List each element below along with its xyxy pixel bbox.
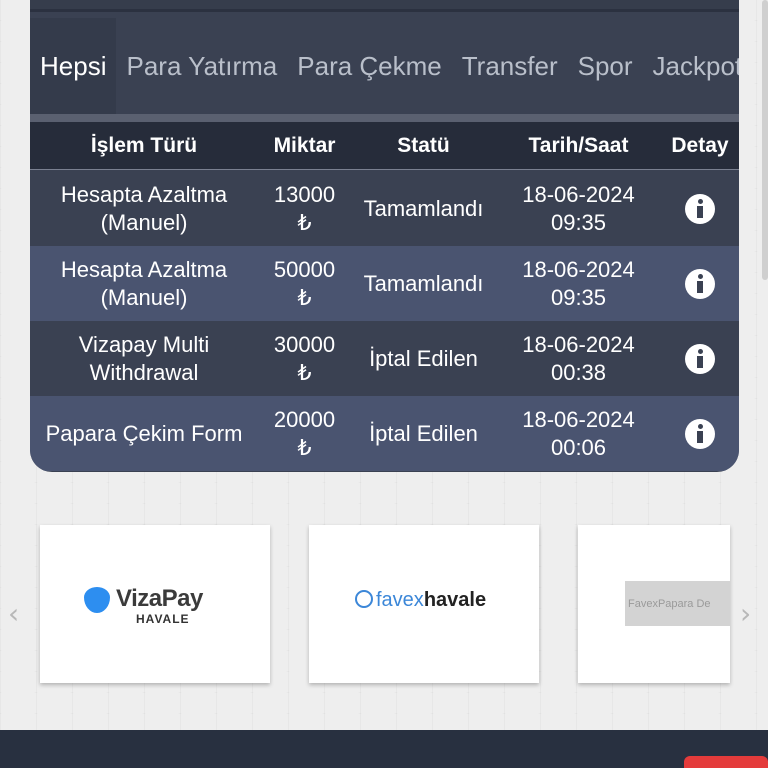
amount-value: 13000: [273, 181, 336, 207]
transaction-history-panel: Hepsi Para Yatırma Para Çekme Transfer S…: [30, 0, 739, 472]
tab-transfer[interactable]: Transfer: [452, 18, 568, 114]
datetime: 18-06-2024 00:38: [496, 331, 661, 387]
panel-top-bar: [30, 0, 739, 12]
header-status: Statü: [397, 133, 450, 157]
provider-card-vizapay[interactable]: VizaPay HAVALE: [40, 525, 270, 683]
amount-value: 50000: [273, 256, 336, 282]
transaction-type: Papara Çekim Form: [30, 420, 258, 448]
header-detail: Detay: [671, 133, 729, 157]
tab-deposit[interactable]: Para Yatırma: [116, 18, 287, 114]
tab-withdrawal[interactable]: Para Çekme: [287, 18, 452, 114]
amount: 30000 ₺: [258, 331, 351, 387]
table-row: Hesapta Azaltma (Manuel) 13000 ₺ Tamamla…: [30, 171, 739, 246]
transaction-tabs: Hepsi Para Yatırma Para Çekme Transfer S…: [30, 18, 739, 114]
favex-name-part1: favex: [376, 589, 424, 611]
favexhavale-logo: favexhavale: [355, 589, 486, 612]
favex-mark-icon: [355, 590, 373, 608]
page-scrollbar[interactable]: [762, 0, 768, 280]
amount-value: 20000: [273, 406, 336, 432]
currency-symbol: ₺: [297, 359, 312, 385]
amount-value: 30000: [273, 331, 336, 357]
tab-jackpot[interactable]: Jackpot: [643, 18, 739, 114]
detail-cell: [661, 418, 739, 449]
favex-name-part2: havale: [423, 589, 487, 611]
table-row: Papara Çekim Form 20000 ₺ İptal Edilen 1…: [30, 396, 739, 471]
vizapay-logo: VizaPay HAVALE: [84, 585, 234, 626]
table-row: Vizapay Multi Withdrawal 30000 ₺ İptal E…: [30, 321, 739, 396]
transaction-type: Vizapay Multi Withdrawal: [30, 331, 258, 387]
tabs-divider: [30, 114, 739, 122]
status: İptal Edilen: [369, 420, 478, 446]
datetime: 18-06-2024 09:35: [496, 256, 661, 312]
provider-card-favexhavale[interactable]: favexhavale: [309, 525, 539, 683]
currency-symbol: ₺: [297, 209, 312, 235]
favexpapara-logo-placeholder: FavexPapara De: [625, 581, 730, 626]
amount: 50000 ₺: [258, 256, 351, 312]
tab-all[interactable]: Hepsi: [30, 18, 117, 114]
payment-provider-carousel: ‹ VizaPay HAVALE favexhavale FavexPapara…: [0, 505, 768, 695]
transaction-type-line1: Papara Çekim Form: [45, 420, 243, 446]
provider-card-favexpapara[interactable]: FavexPapara De: [578, 525, 730, 683]
footer-red-button[interactable]: [684, 756, 768, 768]
transaction-type-line2: (Manuel): [100, 209, 188, 235]
currency-symbol: ₺: [297, 434, 312, 460]
vizapay-drop-icon: [84, 587, 110, 613]
amount: 20000 ₺: [258, 406, 351, 462]
info-icon[interactable]: [685, 343, 715, 374]
detail-cell: [661, 193, 739, 224]
header-transaction-type: İşlem Türü: [90, 133, 198, 157]
page-footer: [0, 730, 768, 768]
currency-symbol: ₺: [297, 284, 312, 310]
date: 18-06-2024: [522, 256, 635, 282]
status: İptal Edilen: [369, 345, 478, 371]
transaction-type-line1: Vizapay Multi: [78, 331, 210, 357]
transaction-type-line1: Hesapta Azaltma: [60, 256, 228, 282]
detail-cell: [661, 268, 739, 299]
time: 00:06: [550, 434, 607, 460]
time: 09:35: [550, 284, 607, 310]
transaction-type-line1: Hesapta Azaltma: [60, 181, 228, 207]
header-datetime: Tarih/Saat: [528, 133, 629, 157]
date: 18-06-2024: [522, 181, 635, 207]
table-row: Hesapta Azaltma (Manuel) 50000 ₺ Tamamla…: [30, 246, 739, 321]
transaction-type-line2: Withdrawal: [89, 359, 199, 385]
vizapay-name: VizaPay: [116, 585, 203, 612]
detail-cell: [661, 343, 739, 374]
date: 18-06-2024: [522, 331, 635, 357]
info-icon[interactable]: [685, 268, 715, 299]
time: 09:35: [550, 209, 607, 235]
transaction-type-line2: (Manuel): [100, 284, 188, 310]
chevron-right-icon[interactable]: ›: [740, 597, 751, 630]
datetime: 18-06-2024 00:06: [496, 406, 661, 462]
chevron-left-icon[interactable]: ‹: [8, 597, 19, 630]
date: 18-06-2024: [522, 406, 635, 432]
datetime: 18-06-2024 09:35: [496, 181, 661, 237]
tab-sports[interactable]: Spor: [568, 18, 643, 114]
transaction-type: Hesapta Azaltma (Manuel): [30, 256, 258, 312]
vizapay-sub: HAVALE: [136, 612, 190, 626]
status: Tamamlandı: [363, 270, 484, 296]
info-icon[interactable]: [685, 193, 715, 224]
info-icon[interactable]: [685, 418, 715, 449]
transaction-type: Hesapta Azaltma (Manuel): [30, 181, 258, 237]
header-amount: Miktar: [273, 133, 336, 157]
table-header: İşlem Türü Miktar Statü Tarih/Saat Detay: [30, 122, 739, 170]
time: 00:38: [550, 359, 607, 385]
status: Tamamlandı: [363, 195, 484, 221]
amount: 13000 ₺: [258, 181, 351, 237]
